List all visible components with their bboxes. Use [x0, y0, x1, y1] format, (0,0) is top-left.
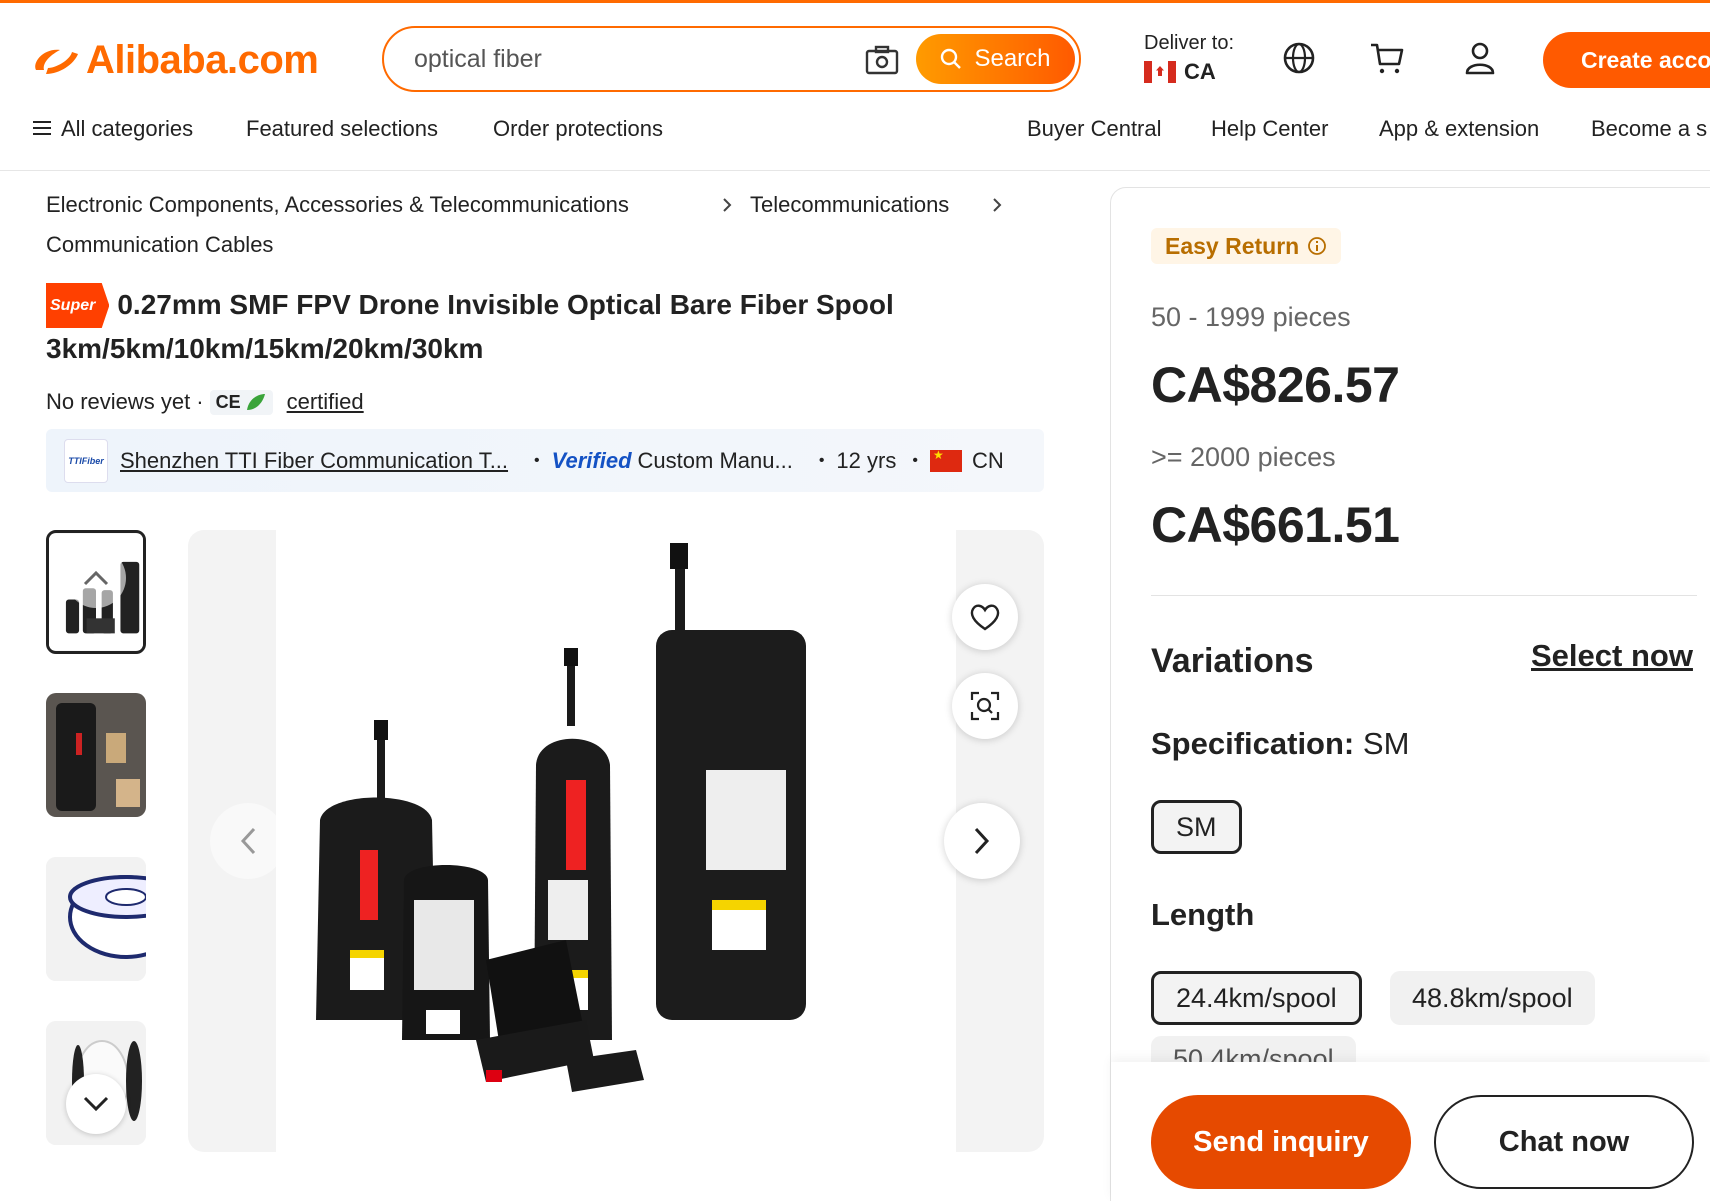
length-title: Length [1151, 897, 1255, 932]
globe-icon[interactable] [1281, 40, 1317, 76]
product-thumbnail-image [46, 693, 146, 817]
ce-certificate-badge: CE [209, 389, 273, 415]
price-tier-value: CA$826.57 [1151, 357, 1400, 413]
deliver-country: CA [1184, 59, 1216, 84]
thumbnails-scroll-down[interactable] [66, 1074, 126, 1134]
breadcrumb-item[interactable]: Telecommunications [750, 192, 949, 218]
supplier-country: CN [971, 447, 1004, 473]
chevron-right-icon [993, 198, 1002, 212]
reviews-text: No reviews yet [46, 389, 191, 414]
price-tier-value: CA$661.51 [1151, 497, 1400, 553]
thumbnail-3[interactable] [46, 857, 146, 981]
deliver-to[interactable]: Deliver to: CA [1144, 32, 1254, 85]
separator-dot: • [534, 451, 540, 469]
supplier-type: Custom Manu... [637, 447, 793, 473]
deliver-label: Deliver to: [1144, 32, 1235, 54]
alibaba-logo[interactable]: Alibaba.com [30, 36, 319, 84]
certified-link[interactable]: certified [287, 389, 364, 415]
separator-dot: • [912, 451, 918, 469]
nav-help-center[interactable]: Help Center [1211, 116, 1328, 142]
user-icon[interactable] [1462, 40, 1498, 76]
favorite-button[interactable] [952, 584, 1018, 650]
alibaba-logo-icon [35, 49, 78, 74]
main-product-image[interactable] [276, 530, 956, 1152]
panel-divider [1151, 595, 1697, 596]
image-search-icon[interactable] [864, 44, 900, 76]
create-account-button[interactable]: Create acco [1543, 32, 1710, 88]
nav-buyer-central[interactable]: Buyer Central [1027, 116, 1162, 142]
nav-featured-selections[interactable]: Featured selections [246, 116, 438, 142]
thumbnails-scroll-up[interactable] [66, 548, 126, 608]
easy-return-label: Easy Return [1165, 232, 1300, 259]
breadcrumb-item[interactable]: Electronic Components, Accessories & Tel… [46, 192, 629, 218]
thumbnail-2[interactable] [46, 693, 146, 817]
length-option[interactable]: 48.8km/spool [1390, 971, 1595, 1025]
header-divider [0, 170, 1710, 171]
specification-value: SM [1362, 726, 1410, 761]
length-option[interactable]: 50.4km/spool [1151, 1036, 1356, 1062]
verified-badge: Verified [551, 447, 632, 473]
rohs-leaf-icon [246, 394, 265, 410]
chat-now-button[interactable]: Chat now [1434, 1095, 1694, 1189]
nav-all-categories-label: All categories [61, 116, 194, 141]
supplier-logo[interactable]: TTIFiber [64, 438, 108, 483]
next-image-button[interactable] [944, 803, 1020, 879]
supplier-years: 12 yrs [836, 447, 897, 473]
search-input[interactable] [414, 42, 834, 76]
separator-dot: · [196, 389, 204, 414]
price-tier-quantity: >= 2000 pieces [1151, 442, 1336, 472]
previous-image-button[interactable] [210, 803, 286, 879]
cart-icon[interactable] [1369, 40, 1405, 76]
product-title-line2: 3km/5km/10km/15km/20km/30km [46, 333, 484, 364]
search-bar: Search [382, 26, 1081, 92]
logo-text: Alibaba.com [86, 37, 319, 82]
search-icon [941, 48, 962, 69]
spec-option-sm[interactable]: SM [1151, 800, 1242, 854]
supplier-name-link[interactable]: Shenzhen TTI Fiber Communication T... [120, 448, 508, 474]
chevron-up-icon [83, 570, 109, 586]
fiber-spool-product-image [276, 530, 956, 1152]
chevron-left-icon [240, 827, 256, 855]
top-accent-line [0, 0, 1710, 3]
search-button-label: Search [974, 45, 1051, 72]
easy-return-badge[interactable]: Easy Return [1151, 228, 1342, 264]
product-thumbnail-image [46, 857, 146, 981]
supplier-bar: TTIFiber Shenzhen TTI Fiber Communicatio… [46, 429, 1044, 492]
nav-app-extension[interactable]: App & extension [1379, 116, 1539, 142]
canada-flag-icon [1144, 61, 1176, 83]
select-now-link[interactable]: Select now [1531, 638, 1693, 674]
breadcrumb-item[interactable]: Communication Cables [46, 232, 273, 258]
info-icon [1308, 237, 1327, 255]
nav-become-supplier[interactable]: Become a s [1591, 116, 1707, 142]
variations-title: Variations [1151, 642, 1314, 680]
chevron-down-icon [83, 1096, 109, 1112]
length-option[interactable]: 24.4km/spool [1151, 971, 1362, 1025]
chevron-right-icon [974, 827, 990, 855]
chevron-right-icon [723, 198, 732, 212]
specification-label: Specification: SM [1151, 726, 1409, 762]
specification-key: Specification: [1151, 726, 1355, 761]
price-tier-quantity: 50 - 1999 pieces [1151, 302, 1351, 332]
nav-order-protections[interactable]: Order protections [493, 116, 663, 142]
heart-icon [970, 604, 1000, 631]
product-title: Super 0.27mm SMF FPV Drone Invisible Opti… [46, 283, 1046, 369]
china-flag-icon [929, 448, 962, 472]
menu-icon [33, 121, 51, 136]
search-button[interactable]: Search [916, 34, 1075, 84]
image-search-button[interactable] [952, 673, 1018, 739]
send-inquiry-button[interactable]: Send inquiry [1151, 1095, 1411, 1189]
super-badge: Super [46, 283, 110, 328]
zoom-search-icon [970, 691, 1000, 721]
nav-all-categories[interactable]: All categories [33, 116, 193, 142]
separator-dot: • [818, 451, 825, 469]
reviews-row: No reviews yet · CE certified [46, 389, 364, 415]
product-title-line1: 0.27mm SMF FPV Drone Invisible Optical B… [117, 289, 894, 320]
ce-mark: CE [215, 391, 241, 412]
main-image-viewer [188, 530, 1044, 1152]
